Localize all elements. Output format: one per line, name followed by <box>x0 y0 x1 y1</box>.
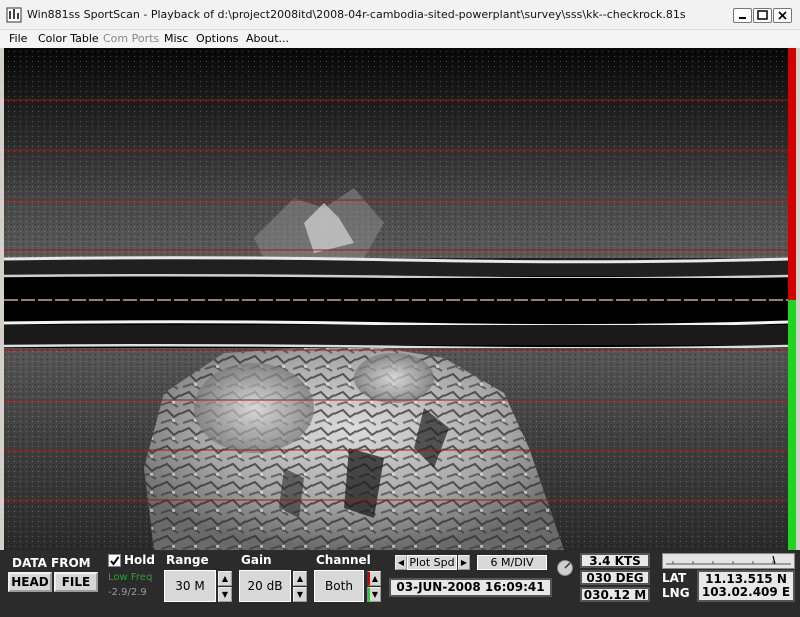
hold-checkbox[interactable] <box>108 554 121 567</box>
heading-display: 030 DEG <box>580 570 650 585</box>
gain-label: Gain <box>241 553 272 567</box>
starboard-channel-strip <box>788 300 796 550</box>
latitude-label: LAT <box>662 571 687 585</box>
plot-speed-increase-button[interactable]: ▶ <box>458 555 470 570</box>
sidescan-sonar-waterfall[interactable] <box>4 48 788 550</box>
checkmark-icon <box>110 556 120 566</box>
menu-file[interactable]: File <box>9 32 27 45</box>
maximize-button[interactable] <box>753 8 772 23</box>
arrow-left-icon: ◀ <box>397 558 405 567</box>
port-channel-strip <box>788 48 796 300</box>
arrow-up-icon: ▲ <box>371 574 379 583</box>
scale-division-value[interactable]: 6 M/DIV <box>477 555 547 570</box>
hold-label: Hold <box>124 553 155 567</box>
close-button[interactable] <box>773 8 792 23</box>
arrow-down-icon: ▼ <box>371 590 379 599</box>
close-icon <box>778 11 787 20</box>
minimize-button[interactable] <box>733 8 752 23</box>
head-button[interactable]: HEAD <box>8 572 52 592</box>
arrow-down-icon: ▼ <box>221 590 229 599</box>
low-freq-value: -2.9/2.9 <box>108 587 147 598</box>
gain-down-button[interactable]: ▼ <box>293 587 307 602</box>
menu-com-ports[interactable]: Com Ports <box>103 32 159 45</box>
application-window: Win881ss SportScan - Playback of d:\proj… <box>0 0 800 617</box>
depth-display: 030.12 M <box>580 587 650 602</box>
datetime-display: 03-JUN-2008 16:09:41 <box>389 578 552 597</box>
longitude-value: 103.02.409 E <box>701 585 791 599</box>
menu-about[interactable]: About... <box>246 32 289 45</box>
menu-options[interactable]: Options <box>196 32 238 45</box>
speed-display: 3.4 KTS <box>580 553 650 568</box>
range-label: Range <box>166 553 209 567</box>
low-freq-label: Low Freq <box>108 572 153 583</box>
arrow-right-icon: ▶ <box>460 558 468 567</box>
minimize-icon <box>739 17 746 19</box>
channel-down-button[interactable]: ▼ <box>367 587 381 602</box>
gain-up-button[interactable]: ▲ <box>293 571 307 586</box>
slider-scale <box>666 555 791 565</box>
signal-slider[interactable] <box>662 553 795 569</box>
arrow-up-icon: ▲ <box>296 574 304 583</box>
plot-speed-decrease-button[interactable]: ◀ <box>395 555 407 570</box>
longitude-label: LNG <box>662 586 690 600</box>
channel-value[interactable]: Both <box>314 570 364 602</box>
arrow-down-icon: ▼ <box>296 590 304 599</box>
arrow-up-icon: ▲ <box>221 574 229 583</box>
control-panel: DATA FROM HEAD FILE Hold Low Freq -2.9/2… <box>0 550 800 617</box>
app-icon <box>6 7 22 23</box>
sonar-image <box>4 48 788 550</box>
file-button[interactable]: FILE <box>54 572 98 592</box>
position-display: 11.13.515 N 103.02.409 E <box>697 570 795 602</box>
range-up-button[interactable]: ▲ <box>218 571 232 586</box>
range-value[interactable]: 30 M <box>164 570 216 602</box>
gain-value[interactable]: 20 dB <box>239 570 291 602</box>
maximize-icon <box>757 10 768 20</box>
channel-label: Channel <box>316 553 371 567</box>
range-down-button[interactable]: ▼ <box>218 587 232 602</box>
plot-speed-label: Plot Spd <box>407 555 457 570</box>
data-from-label: DATA FROM <box>12 556 91 570</box>
title-bar[interactable]: Win881ss SportScan - Playback of d:\proj… <box>0 0 800 30</box>
window-title: Win881ss SportScan - Playback of d:\proj… <box>27 8 686 21</box>
menu-color-table[interactable]: Color Table <box>38 32 99 45</box>
menu-bar: File Color Table Com Ports Misc Options … <box>0 30 800 48</box>
compass-icon <box>557 560 573 576</box>
channel-up-button[interactable]: ▲ <box>367 571 381 586</box>
menu-misc[interactable]: Misc <box>164 32 188 45</box>
